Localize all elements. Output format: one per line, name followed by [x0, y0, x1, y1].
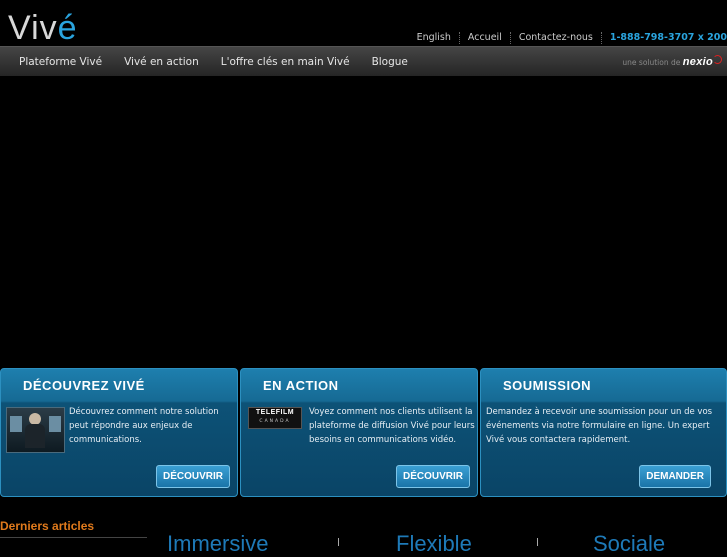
top-links: English Accueil Contactez-nous 1-888-798… [409, 31, 727, 45]
presenter-thumbnail [6, 407, 65, 453]
demander-button[interactable]: DEMANDER [639, 465, 711, 488]
nav-item-plateforme[interactable]: Plateforme Vivé [8, 56, 113, 68]
nav-item-offre[interactable]: L'offre clés en main Vivé [210, 56, 361, 68]
panel-title: Découvrez Vivé [23, 378, 145, 393]
telefilm-logo: TELEFILM CANADA [248, 407, 302, 429]
presenter-body-shape [25, 424, 45, 448]
tagline-flexible: Flexible [396, 531, 472, 556]
link-contact[interactable]: Contactez-nous [509, 32, 601, 44]
panel-text: Découvrez comment notre solution peut ré… [69, 407, 219, 445]
nexio-logo: nexio [682, 56, 713, 68]
main-navbar: Plateforme Vivé Vivé en action L'offre c… [0, 46, 727, 77]
panel-title: Soumission [503, 378, 592, 393]
panel-soumission: Soumission Demandez à recevoir une soumi… [480, 368, 727, 497]
nexio-swirl-icon [713, 55, 722, 64]
tagline-immersive: Immersive [167, 531, 269, 556]
telefilm-logo-subtext: CANADA [259, 419, 291, 424]
decouvrir-button[interactable]: DÉCOUVRIR [155, 465, 230, 488]
panel-text: Voyez comment nos clients utilisent la p… [309, 407, 475, 445]
panel-text: Demandez à recevoir une soumission pour … [486, 407, 713, 445]
articles-divider [0, 537, 147, 538]
latest-articles-heading: Derniers articles [0, 519, 95, 533]
link-english[interactable]: English [409, 32, 459, 44]
tagline-sociale: Sociale [593, 531, 666, 556]
vive-logo[interactable]: Vivé [8, 8, 78, 48]
screen-right-shape [49, 416, 61, 432]
nav-item-en-action[interactable]: Vivé en action [113, 56, 210, 68]
main-nav: Plateforme Vivé Vivé en action L'offre c… [8, 47, 419, 76]
panel-title: En action [263, 378, 339, 393]
solution-prefix: une solution de [622, 58, 681, 67]
panel-en-action: En action TELEFILM CANADA Voyez comment … [240, 368, 478, 497]
phone-number: 1-888-798-3707 x 200 [600, 32, 727, 44]
nexio-credit[interactable]: une solution de nexio [622, 55, 722, 68]
panel-decouvrez: Découvrez Vivé Découvrez comment notre s… [0, 368, 238, 497]
link-accueil[interactable]: Accueil [458, 32, 510, 44]
video-player-area[interactable] [0, 76, 727, 368]
telefilm-logo-text: TELEFILM [255, 409, 295, 416]
decouvrir-button[interactable]: DÉCOUVRIR [395, 465, 470, 488]
screen-left-shape [10, 416, 22, 432]
nav-item-blogue[interactable]: Blogue [361, 56, 419, 68]
